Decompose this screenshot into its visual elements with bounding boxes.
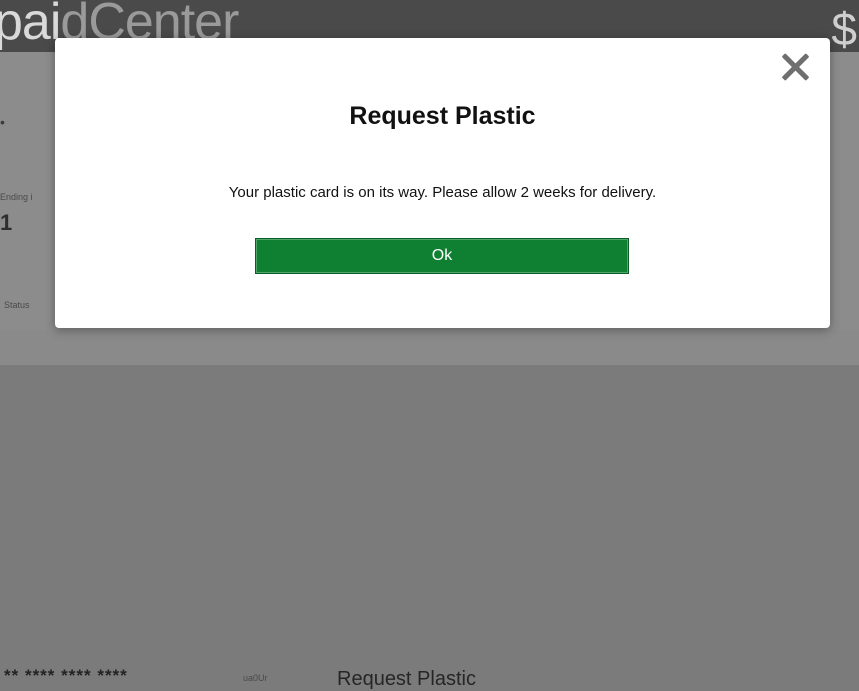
card-tag: ua0Ur	[243, 673, 268, 683]
request-plastic-link[interactable]: Request Plastic	[337, 668, 476, 691]
ok-button[interactable]: Ok	[255, 238, 629, 274]
card-row: ** **** **** **** ua0Ur Request Plastic	[0, 330, 859, 690]
close-icon[interactable]	[780, 52, 810, 82]
bg-fragment: Status	[4, 300, 30, 310]
modal-message: Your plastic card is on its way. Please …	[228, 184, 657, 201]
masked-card-number: ** **** **** ****	[4, 666, 128, 685]
brand-dark-part: pai	[0, 0, 61, 51]
modal-title: Request Plastic	[349, 102, 536, 130]
request-plastic-modal: Request Plastic Your plastic card is on …	[55, 38, 830, 328]
bg-fragment: 1	[0, 210, 13, 235]
bg-fragment: •	[0, 114, 5, 130]
header-right-fragment: $	[831, 3, 857, 55]
bg-fragment: Ending i	[0, 192, 33, 202]
